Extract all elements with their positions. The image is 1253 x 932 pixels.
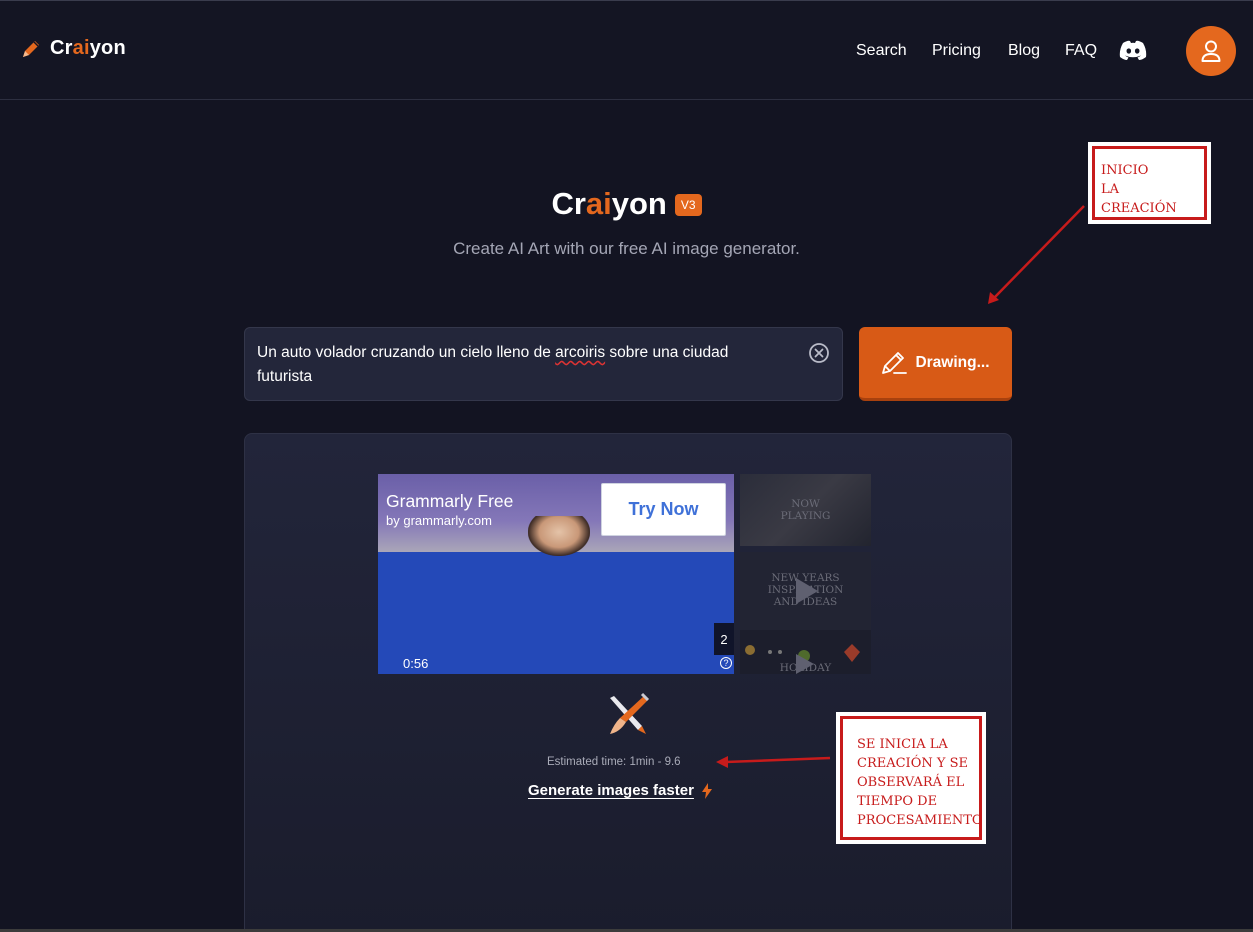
ad-count: 2 — [714, 623, 734, 655]
arrow-head-draw — [988, 292, 999, 304]
user-icon — [1201, 40, 1221, 62]
ad-thumbnail-holiday[interactable]: HOLIDAY — [740, 630, 871, 674]
pencil-draw-icon — [882, 351, 908, 374]
version-badge: V3 — [674, 194, 702, 216]
ad-person-image — [528, 516, 590, 556]
generate-faster-label: Generate images faster — [528, 782, 694, 799]
nav-blog-link[interactable]: Blog — [1008, 42, 1040, 60]
play-icon — [796, 578, 818, 604]
pencil-icon — [23, 40, 39, 57]
estimated-time-text: Estimated time: 1min - 9.6 — [547, 756, 681, 768]
nav-faq-link[interactable]: FAQ — [1065, 42, 1097, 60]
nav-pricing-link[interactable]: Pricing — [932, 42, 981, 60]
prompt-input[interactable]: Un auto volador cruzando un cielo lleno … — [244, 327, 843, 401]
video-ad[interactable]: Grammarly Free by grammarly.com Try Now … — [378, 474, 734, 674]
prompt-text[interactable]: Un auto volador cruzando un cielo lleno … — [257, 341, 787, 389]
ad-try-now-button[interactable]: Try Now — [601, 483, 726, 536]
annotation-inicio: INICIO LA CREACIÓN — [1088, 142, 1211, 224]
hero-title: Craiyon V3 — [0, 186, 1253, 222]
draw-button-label: Drawing... — [915, 353, 990, 371]
generate-faster-link[interactable]: Generate images faster — [528, 782, 712, 799]
draw-button[interactable]: Drawing... — [859, 327, 1012, 401]
discord-icon[interactable] — [1119, 39, 1147, 61]
lightning-icon — [701, 782, 712, 799]
clear-prompt-icon[interactable] — [808, 342, 830, 364]
ad-video-time: 0:56 — [403, 656, 429, 671]
ad-help-icon[interactable]: ? — [720, 657, 732, 669]
hero-subtitle: Create AI Art with our free AI image gen… — [453, 239, 800, 258]
nav-search-link[interactable]: Search — [856, 42, 907, 60]
ad-title: Grammarly Free — [386, 491, 514, 511]
logo-text: Craiyon — [50, 37, 126, 59]
thumb-now-playing-label: NOW PLAYING — [780, 498, 831, 522]
ad-thumbnail-now-playing[interactable]: NOW PLAYING — [740, 474, 871, 546]
misspelled-word: arcoiris — [555, 344, 606, 361]
annotation-inicio-text: INICIO LA CREACIÓN — [1092, 146, 1207, 220]
annotation-tiempo: SE INICIA LA CREACIÓN Y SE OBSERVARÁ EL … — [836, 712, 986, 844]
ad-subtitle: by grammarly.com — [386, 513, 492, 528]
hero-title-text: Craiyon — [551, 186, 667, 221]
logo[interactable]: Craiyon — [20, 37, 126, 60]
play-icon — [796, 654, 814, 674]
annotation-tiempo-text: SE INICIA LA CREACIÓN Y SE OBSERVARÁ EL … — [840, 716, 983, 840]
user-account-button[interactable] — [1186, 26, 1236, 76]
brush-pencil-icon — [610, 692, 650, 734]
ad-thumbnail-new-years[interactable]: NEW YEARS INSPIRATION AND IDEAS — [740, 552, 871, 630]
top-navbar: Craiyon Search Pricing Blog FAQ — [0, 0, 1253, 100]
